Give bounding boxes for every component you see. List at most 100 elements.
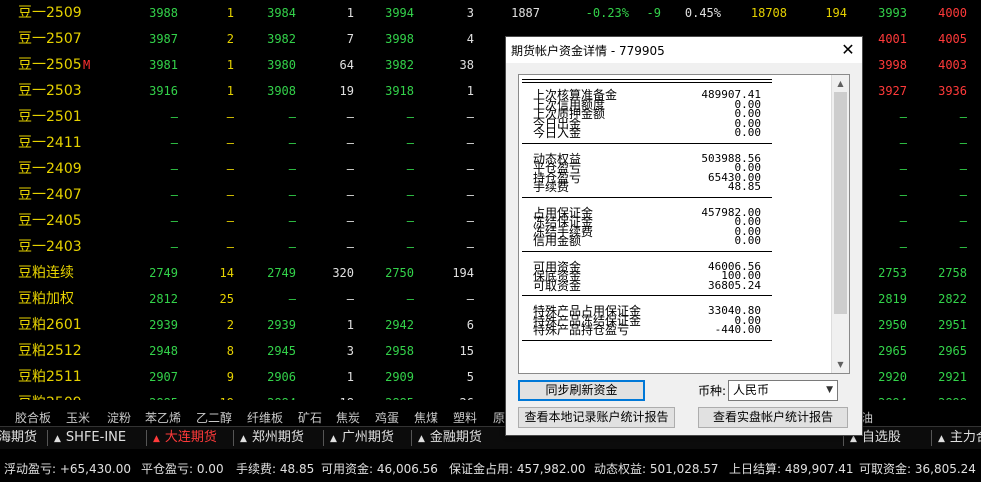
category-item[interactable]: 纤维板 [247, 409, 283, 426]
quote-cell: — [406, 136, 414, 150]
quote-cell: 2758 [938, 266, 967, 280]
contract-name: 豆一2509 [18, 5, 82, 21]
category-item[interactable]: 焦煤 [414, 409, 438, 426]
market-tab[interactable]: ▲ 主力合 [938, 427, 981, 449]
contract-name: 豆粕加权 [18, 291, 74, 307]
market-tab[interactable]: ▲ SHFE-INE [54, 427, 126, 449]
quote-cell: 1887 [511, 6, 540, 20]
category-item[interactable]: 胶合板 [15, 409, 51, 426]
quote-cell: 3981 [149, 58, 178, 72]
category-item[interactable]: 原 [493, 409, 505, 426]
quote-cell: 2965 [938, 344, 967, 358]
market-tab-label: 海期货 [0, 430, 38, 445]
quote-cell: 2958 [385, 344, 414, 358]
quote-cell: 18708 [750, 6, 787, 20]
quote-cell: — [170, 110, 178, 124]
quote-cell: — [288, 110, 296, 124]
quote-cell: 15 [459, 344, 474, 358]
quote-cell: 26 [420, 390, 474, 400]
tab-separator [931, 430, 932, 446]
dialog-title: 期货帐户资金详情 - 779905 [511, 44, 665, 58]
quote-cell: — [466, 162, 474, 176]
quote-cell: 64 [339, 58, 354, 72]
market-tab[interactable]: ▲ 郑州期货 [240, 427, 304, 449]
close-icon[interactable]: ✕ [834, 37, 862, 63]
quote-cell: — [406, 292, 414, 306]
quote-cell: — [466, 110, 474, 124]
quote-cell: 3916 [149, 84, 178, 98]
scroll-up-icon[interactable]: ▲ [832, 75, 849, 92]
quote-cell: — [346, 110, 354, 124]
quote-cell: 6 [466, 318, 474, 332]
quote-cell: 1 [346, 6, 354, 20]
contract-name: 豆一2411 [18, 135, 82, 151]
quote-cell: 2822 [938, 292, 967, 306]
scroll-thumb[interactable] [834, 92, 847, 314]
market-tab[interactable]: ▲ 广州期货 [330, 427, 394, 449]
quote-row[interactable]: 豆一2509 3988 1 3984 1 3994 3 1887 -0.23% -9 0.45% 18… [0, 0, 981, 26]
quote-cell: — [466, 214, 474, 228]
category-item[interactable]: 淀粉 [107, 409, 131, 426]
category-item[interactable]: 塑料 [453, 409, 477, 426]
category-item[interactable]: 矿石 [298, 409, 322, 426]
real-report-button[interactable]: 查看实盘帐户统计报告 [698, 407, 848, 428]
float-pnl: 浮动盈亏: +65,430.00 [4, 462, 131, 476]
contract-name: 豆一2507 [18, 31, 82, 47]
quote-cell: 1 [346, 318, 354, 332]
funds-scrollbar[interactable]: ▲ ▼ [831, 75, 849, 373]
contract-name: 豆粕连续 [18, 265, 74, 281]
market-tab[interactable]: ▲ 大连期货 [153, 427, 217, 449]
quote-cell: 3918 [385, 84, 414, 98]
quote-cell: 2749 [267, 266, 296, 280]
quote-cell: 3998 [385, 32, 414, 46]
contract-name: 豆一2505 [18, 57, 82, 73]
quote-cell: — [346, 214, 354, 228]
quote-cell: 25 [219, 292, 234, 306]
divider [522, 142, 772, 144]
divider [522, 339, 772, 341]
category-item[interactable]: 玉米 [66, 409, 90, 426]
quote-cell: 2749 [149, 266, 178, 280]
quote-cell: 1 [466, 84, 474, 98]
contract-name: 豆粕2601 [18, 317, 82, 333]
divider [522, 82, 772, 83]
local-report-button[interactable]: 查看本地记录账户统计报告 [518, 407, 675, 428]
dynamic-equity: 动态权益: 501,028.57 [594, 462, 719, 476]
quote-cell: 4003 [938, 58, 967, 72]
quote-cell: 8 [226, 344, 234, 358]
divider [522, 79, 772, 80]
triangle-up-icon: ▲ [330, 434, 337, 444]
triangle-up-icon: ▲ [418, 434, 425, 444]
category-item[interactable]: 苯乙烯 [145, 409, 181, 426]
quote-cell: 7 [346, 32, 354, 46]
quote-cell: — [226, 214, 234, 228]
category-item[interactable]: 乙二醇 [196, 409, 232, 426]
quote-cell: 3982 [267, 32, 296, 46]
quote-cell: 3980 [267, 58, 296, 72]
funds-list: 上次核算准备金 489907.41 上次信用额度 0.00 上次质押金额 0.00 今日出金… [519, 75, 831, 373]
quote-cell: 2750 [385, 266, 414, 280]
market-tab[interactable]: ▲ 金融期货 [418, 427, 482, 449]
quote-cell: 2939 [149, 318, 178, 332]
sync-refresh-button[interactable]: 同步刷新资金 [518, 380, 645, 401]
funds-value: 0.00 [734, 234, 762, 247]
quote-cell: 2885 [360, 390, 414, 400]
market-tab-label: 自选股 [861, 430, 901, 445]
triangle-up-icon: ▲ [240, 434, 247, 444]
quote-cell: 3 [466, 6, 474, 20]
quote-cell: — [226, 188, 234, 202]
scroll-down-icon[interactable]: ▼ [832, 356, 849, 373]
quote-cell: — [346, 188, 354, 202]
quote-cell: 2 [226, 32, 234, 46]
quote-cell: 3908 [267, 84, 296, 98]
quote-cell: -0.23% [585, 6, 629, 20]
dialog-title-bar[interactable]: 期货帐户资金详情 - 779905 ✕ [506, 37, 862, 63]
market-tab[interactable]: 海期货 [0, 427, 37, 449]
category-item[interactable]: 鸡蛋 [375, 409, 399, 426]
quote-cell: 18 [300, 390, 354, 400]
quote-cell: 2906 [267, 370, 296, 384]
category-item[interactable]: 焦炭 [336, 409, 360, 426]
currency-select[interactable]: 人民币 ▼ [728, 380, 838, 401]
quote-cell: 3982 [385, 58, 414, 72]
quote-cell: — [466, 292, 474, 306]
